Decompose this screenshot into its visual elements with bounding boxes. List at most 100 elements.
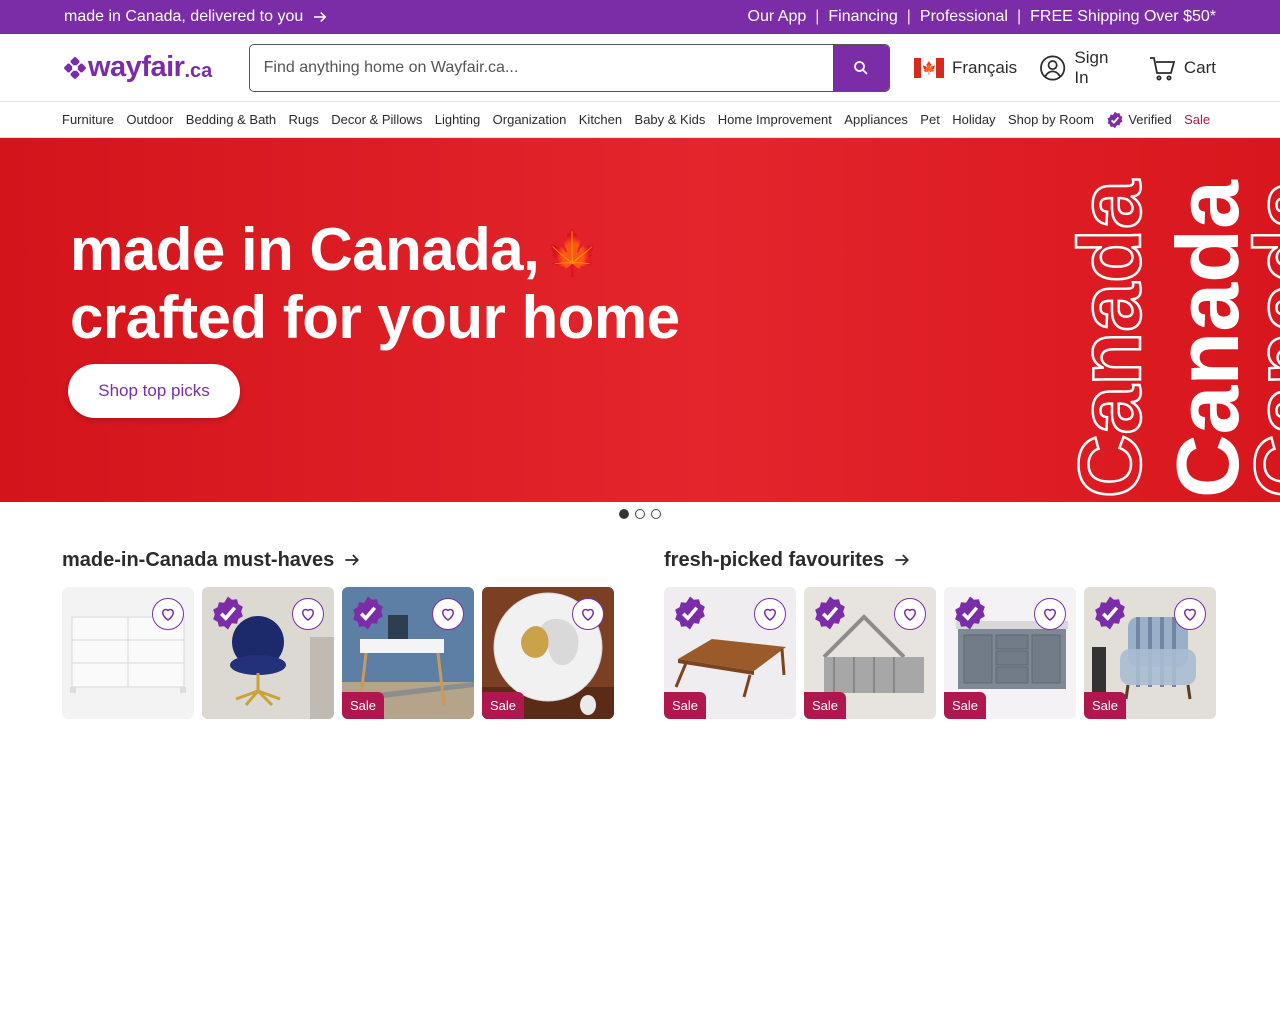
favorite-button[interactable] xyxy=(292,598,324,630)
arrow-right-icon xyxy=(895,554,910,566)
search-input[interactable] xyxy=(249,44,833,91)
verified-badge-icon xyxy=(1095,596,1125,630)
sign-in-button[interactable]: Sign In xyxy=(1039,48,1126,88)
section-title: fresh-picked favourites xyxy=(664,548,885,571)
nav-pet[interactable]: Pet xyxy=(920,112,940,127)
our-app-link[interactable]: Our App xyxy=(748,8,807,26)
product-card[interactable]: Sale xyxy=(1084,587,1216,719)
nav-appliances[interactable]: Appliances xyxy=(844,112,908,127)
sale-badge: Sale xyxy=(664,692,707,719)
cart-button[interactable]: Cart xyxy=(1148,54,1216,82)
nav-verified[interactable]: Verified xyxy=(1106,111,1172,129)
arrow-right-icon xyxy=(314,11,327,23)
canada-flag-icon: 🍁 xyxy=(913,57,944,78)
product-card[interactable]: Sale xyxy=(944,587,1076,719)
language-switch[interactable]: 🍁 Français xyxy=(913,57,1018,78)
vertical-canada-art: Canada Canada Canada xyxy=(1059,178,1280,499)
category-nav: Furniture Outdoor Bedding & Bath Rugs De… xyxy=(0,102,1280,138)
heart-icon xyxy=(903,608,917,621)
sale-badge: Sale xyxy=(342,692,385,719)
vertical-word-3: Canada xyxy=(1236,179,1280,498)
favorite-button[interactable] xyxy=(894,598,926,630)
heart-icon xyxy=(763,608,777,621)
nav-shop-by-room[interactable]: Shop by Room xyxy=(1008,112,1094,127)
search-icon xyxy=(854,60,868,75)
separator: | xyxy=(1016,8,1022,25)
section-title-link[interactable]: made-in-Canada must-haves xyxy=(62,545,614,575)
account-icon xyxy=(1040,54,1066,81)
logo-tld: .ca xyxy=(184,60,213,82)
product-card[interactable]: Sale xyxy=(664,587,796,719)
sale-badge: Sale xyxy=(1084,692,1127,719)
favorite-button[interactable] xyxy=(1174,598,1206,630)
nav-rugs[interactable]: Rugs xyxy=(289,112,319,127)
nav-kitchen[interactable]: Kitchen xyxy=(579,112,622,127)
nav-holiday[interactable]: Holiday xyxy=(952,112,995,127)
search-bar xyxy=(248,43,890,92)
hero-line-1: made in Canada, xyxy=(70,216,540,283)
favorite-button[interactable] xyxy=(572,598,604,630)
nav-decor-pillows[interactable]: Decor & Pillows xyxy=(331,112,422,127)
heart-icon xyxy=(441,608,455,621)
nav-outdoor[interactable]: Outdoor xyxy=(126,112,173,127)
product-card[interactable]: Sale xyxy=(482,587,614,719)
nav-bedding-bath[interactable]: Bedding & Bath xyxy=(186,112,276,127)
verified-badge-icon xyxy=(675,596,705,630)
cart-icon xyxy=(1149,56,1176,80)
hero-headline: made in Canada, 🍁 crafted for your home xyxy=(70,218,680,350)
carousel-dots xyxy=(0,509,1280,519)
wayfair-logo[interactable]: wayfair .ca xyxy=(64,51,249,84)
promo-text: made in Canada, delivered to you xyxy=(64,8,304,25)
favorite-button[interactable] xyxy=(1034,598,1066,630)
sale-badge: Sale xyxy=(482,692,525,719)
product-card[interactable] xyxy=(202,587,334,719)
arrow-right-icon xyxy=(345,554,360,566)
vertical-word-1: Canada xyxy=(1060,179,1159,498)
favorite-button[interactable] xyxy=(432,598,464,630)
search-button[interactable] xyxy=(832,44,889,91)
maple-leaf-icon: 🍁 xyxy=(545,229,600,279)
heart-icon xyxy=(1183,608,1197,621)
logo-mark-icon xyxy=(64,56,86,79)
promo-bar: made in Canada, delivered to you Our App… xyxy=(0,0,1280,34)
product-card[interactable] xyxy=(62,587,194,719)
nav-lighting[interactable]: Lighting xyxy=(435,112,481,127)
favorite-button[interactable] xyxy=(152,598,184,630)
site-header: wayfair .ca 🍁 Français Sign In Cart xyxy=(0,34,1280,102)
product-card[interactable]: Sale xyxy=(342,587,474,719)
hero-line-2: crafted for your home xyxy=(70,284,680,352)
sale-badge: Sale xyxy=(804,692,847,719)
favorite-button[interactable] xyxy=(754,598,786,630)
promo-link[interactable]: made in Canada, delivered to you xyxy=(64,8,329,26)
verified-badge-icon xyxy=(955,596,985,630)
separator: | xyxy=(906,8,911,25)
hero-banner[interactable]: made in Canada, 🍁 crafted for your home S… xyxy=(0,138,1280,502)
professional-link[interactable]: Professional xyxy=(920,8,1008,26)
financing-link[interactable]: Financing xyxy=(828,8,897,26)
nav-organization[interactable]: Organization xyxy=(493,112,567,127)
verified-badge-icon xyxy=(353,596,383,630)
verified-label: Verified xyxy=(1128,112,1172,127)
free-shipping-link[interactable]: FREE Shipping Over $50* xyxy=(1030,8,1216,26)
shop-top-picks-button[interactable]: Shop top picks xyxy=(68,364,240,418)
nav-furniture[interactable]: Furniture xyxy=(62,112,114,127)
verified-badge-icon xyxy=(213,596,243,630)
verified-badge-icon xyxy=(815,596,845,630)
carousel-dot[interactable] xyxy=(619,509,629,519)
language-label: Français xyxy=(951,57,1018,77)
nav-baby-kids[interactable]: Baby & Kids xyxy=(635,112,706,127)
heart-icon xyxy=(161,608,175,621)
product-card[interactable]: Sale xyxy=(804,587,936,719)
carousel-dot[interactable] xyxy=(635,509,645,519)
section-title-link[interactable]: fresh-picked favourites xyxy=(664,545,1216,575)
section-title: made-in-Canada must-haves xyxy=(62,548,335,571)
sign-in-label: Sign In xyxy=(1074,47,1109,87)
nav-sale[interactable]: Sale xyxy=(1184,112,1210,127)
separator: | xyxy=(815,8,820,25)
heart-icon xyxy=(581,608,595,621)
heart-icon xyxy=(301,608,315,621)
section-fresh-picked: fresh-picked favourites Sale Sale Sale S… xyxy=(664,545,1216,719)
nav-home-improvement[interactable]: Home Improvement xyxy=(718,112,832,127)
sale-badge: Sale xyxy=(944,692,987,719)
carousel-dot[interactable] xyxy=(651,509,661,519)
